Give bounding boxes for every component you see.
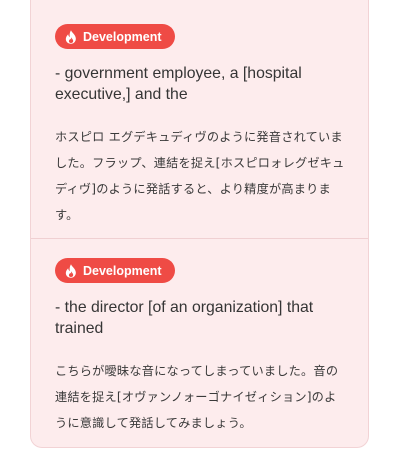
pronunciation-feedback: こちらが曖昧な音になってしまっていました。音の連結を捉え[オヴァンノォーゴナイゼ…: [55, 364, 339, 430]
transcript-phrase: - the director [of an organization] that…: [55, 299, 314, 337]
app-screen: Development - government employee, a [ho…: [0, 0, 400, 450]
category-badge: Development: [55, 258, 175, 283]
feedback-item: Development - government employee, a [ho…: [31, 24, 368, 228]
category-badge-label: Development: [83, 263, 162, 278]
flame-icon: [65, 29, 76, 44]
flame-icon: [65, 263, 76, 278]
transcript-phrase: - government employee, a [hospital execu…: [55, 65, 302, 103]
section-divider: [31, 238, 368, 239]
feedback-item: Development - the director [of an organi…: [31, 258, 368, 436]
pronunciation-feedback: ホスピロ エグデキュディヴのように発音されていました。フラップ、連結を捉え[ホス…: [55, 130, 345, 222]
category-badge-label: Development: [83, 29, 162, 44]
category-badge: Development: [55, 24, 175, 49]
feedback-card: Development - government employee, a [ho…: [30, 0, 369, 448]
